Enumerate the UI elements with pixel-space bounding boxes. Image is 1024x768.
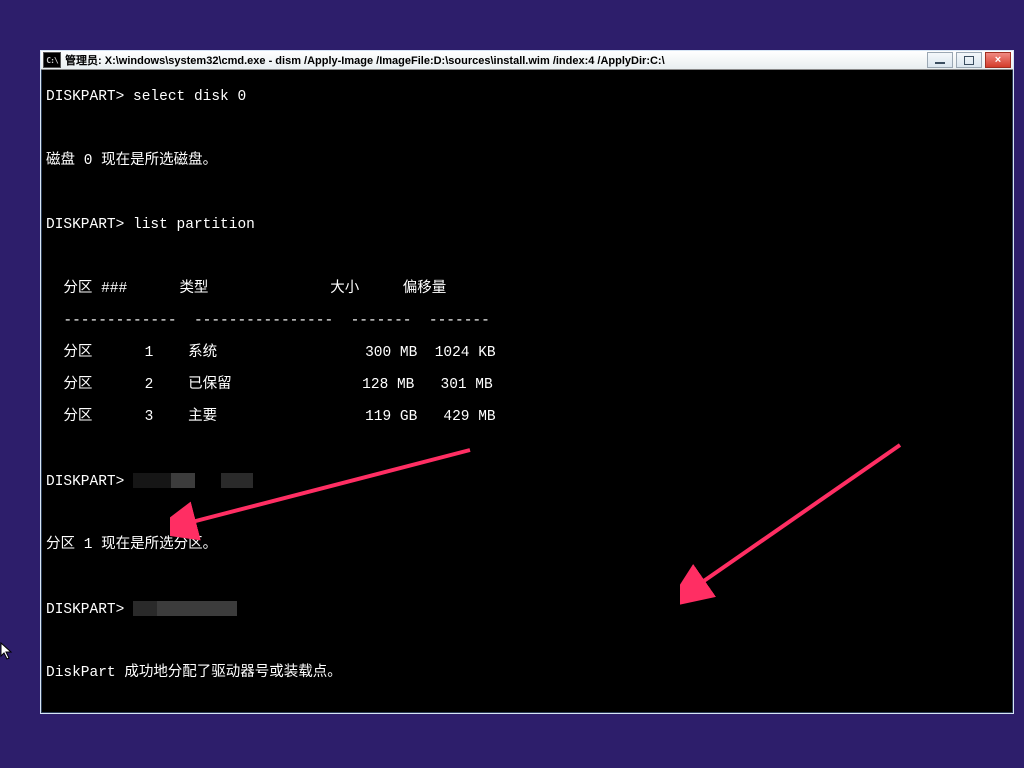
cmd-window: C:\ 管理员: X:\windows\system32\cmd.exe - d… (40, 50, 1014, 714)
diskpart-prompt: DISKPART> (46, 217, 124, 233)
diskpart-prompt: DISKPART> (46, 602, 124, 618)
diskpart-prompt: DISKPART> (46, 474, 124, 490)
mouse-cursor-icon (0, 642, 14, 662)
hdr-partition: 分区 ### (63, 281, 127, 297)
cmd-select-disk: select disk 0 (133, 89, 246, 105)
hdr-size: 大小 (330, 281, 359, 297)
close-button[interactable]: × (985, 52, 1011, 68)
diskpart-prompt: DISKPART> (46, 89, 124, 105)
msg-disk-selected: 磁盘 0 现在是所选磁盘。 (46, 153, 1008, 169)
titlebar: C:\ 管理员: X:\windows\system32\cmd.exe - d… (41, 51, 1013, 70)
redacted-block (133, 601, 157, 616)
partition-row: 分区 3 主要 119 GB 429 MB (46, 409, 1008, 425)
maximize-button[interactable] (956, 52, 982, 68)
cmd-icon: C:\ (43, 52, 61, 68)
msg-assign-ok: DiskPart 成功地分配了驱动器号或装载点。 (46, 665, 1008, 681)
window-title: 管理员: X:\windows\system32\cmd.exe - dism … (65, 52, 927, 68)
redacted-block (171, 473, 195, 488)
title-prefix: 管理员: (65, 55, 105, 67)
sep: ---------------- (194, 313, 333, 329)
terminal-output[interactable]: DISKPART> select disk 0 磁盘 0 现在是所选磁盘。 DI… (42, 71, 1012, 712)
hdr-type: 类型 (179, 281, 208, 297)
redacted-block (221, 473, 253, 488)
window-controls: × (927, 52, 1011, 68)
msg-part1-selected: 分区 1 现在是所选分区。 (46, 537, 1008, 553)
minimize-button[interactable] (927, 52, 953, 68)
sep: ------- (351, 313, 412, 329)
partition-row: 分区 1 系统 300 MB 1024 KB (46, 345, 1008, 361)
hdr-offset: 偏移量 (403, 281, 447, 297)
redacted-block (133, 473, 171, 488)
sep: ------- (429, 313, 490, 329)
sep: ------------- (63, 313, 176, 329)
partition-row: 分区 2 已保留 128 MB 301 MB (46, 377, 1008, 393)
redacted-block (157, 601, 237, 616)
cmd-list-partition: list partition (133, 217, 255, 233)
title-path: X:\windows\system32\cmd.exe - dism /Appl… (105, 55, 665, 67)
